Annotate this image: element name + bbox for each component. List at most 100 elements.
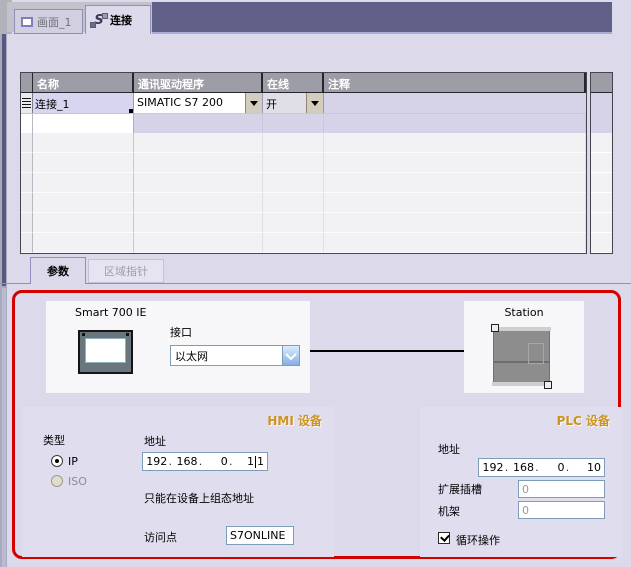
connection-line [310, 350, 464, 352]
plc-device-icon [493, 330, 550, 383]
cell-fill-handle[interactable] [129, 109, 134, 113]
empty-cell[interactable] [134, 233, 263, 253]
type-label: 类型 [43, 432, 65, 448]
access-point-field[interactable]: S7ONLINE [226, 526, 294, 545]
interface-value: 以太网 [171, 348, 282, 364]
empty-table-row [21, 193, 586, 213]
empty-cell[interactable] [263, 113, 324, 133]
online-cell: 开 [263, 93, 324, 113]
empty-table-row [21, 153, 586, 173]
connection-icon: S [92, 13, 106, 28]
empty-cell[interactable] [324, 133, 586, 153]
connection-name-cell[interactable]: 连接_1 [33, 93, 134, 113]
tab-screen-1-label: 画面_1 [37, 14, 72, 30]
online-dropdown-button[interactable] [306, 93, 323, 113]
empty-cell[interactable] [263, 213, 324, 233]
plc-ip-address-field[interactable]: 192. 168. 0. 10 [478, 458, 605, 477]
empty-cell[interactable] [21, 233, 33, 253]
left-gutter-lower [2, 288, 6, 567]
driver-dropdown-button[interactable] [245, 93, 262, 113]
empty-cell[interactable] [134, 153, 263, 173]
tab-connections[interactable]: S 连接 [85, 5, 151, 34]
plc-ip-octet-1: 192 [483, 461, 504, 474]
plc-ip-octet-3: 0 [558, 461, 565, 474]
new-connection-cell[interactable] [33, 113, 134, 133]
plc-connector [491, 324, 499, 332]
rack-field[interactable]: 0 [518, 501, 605, 519]
plc-connector [544, 381, 552, 389]
empty-cell[interactable] [134, 113, 263, 133]
interface-dropdown[interactable]: 以太网 [170, 345, 300, 366]
radio-ip[interactable] [51, 455, 63, 467]
hmi-device-icon [78, 330, 133, 374]
column-header-online[interactable]: 在线 [263, 73, 324, 93]
cyclic-operation-checkbox[interactable] [438, 532, 450, 544]
tab-area-pointers-label: 区域指针 [104, 263, 148, 279]
empty-cell[interactable] [33, 193, 134, 213]
column-header-driver[interactable]: 通讯驱动程序 [134, 73, 263, 93]
tab-area-pointers[interactable]: 区域指针 [88, 259, 164, 283]
empty-cell[interactable] [33, 153, 134, 173]
empty-cell[interactable] [324, 153, 586, 173]
column-header-name[interactable]: 名称 [33, 73, 134, 93]
chevron-down-icon [285, 348, 296, 359]
empty-cell[interactable] [263, 193, 324, 213]
empty-cell[interactable] [33, 133, 134, 153]
empty-cell[interactable] [324, 213, 586, 233]
row-selector[interactable] [21, 113, 33, 133]
tab-parameters-label: 参数 [47, 263, 69, 279]
column-header-comment[interactable]: 注释 [324, 73, 586, 93]
radio-iso-label: ISO [68, 475, 87, 488]
empty-cell[interactable] [134, 173, 263, 193]
empty-cell[interactable] [33, 233, 134, 253]
monitor-dot-icon [126, 333, 129, 336]
empty-cell[interactable] [324, 193, 586, 213]
empty-cell[interactable] [263, 133, 324, 153]
empty-cell[interactable] [21, 213, 33, 233]
radio-iso[interactable] [51, 475, 63, 487]
expansion-slot-field[interactable]: 0 [518, 480, 605, 498]
empty-cell[interactable] [21, 153, 33, 173]
table-insert-row [21, 113, 586, 133]
tab-screen-1[interactable]: 画面_1 [14, 9, 83, 34]
empty-cell[interactable] [21, 173, 33, 193]
tab-connections-label: 连接 [110, 12, 132, 28]
empty-cell[interactable] [134, 133, 263, 153]
hmi-ip-address-field[interactable]: 192. 168. 0. 11 [142, 452, 268, 471]
table-header-row: 名称 通讯驱动程序 在线 注释 [21, 73, 586, 93]
table-filler-column [590, 72, 613, 254]
empty-cell[interactable] [263, 173, 324, 193]
empty-cell[interactable] [33, 173, 134, 193]
plc-rail [492, 382, 551, 386]
empty-cell[interactable] [21, 193, 33, 213]
empty-cell[interactable] [33, 213, 134, 233]
hmi-ip-octet-4: 1 [247, 455, 254, 468]
monitor-screen [85, 338, 126, 363]
empty-cell[interactable] [263, 233, 324, 253]
online-dropdown[interactable]: 开 [263, 93, 323, 113]
filler-rows-bottom [591, 133, 612, 253]
empty-cell[interactable] [134, 213, 263, 233]
radio-ip-label: IP [68, 455, 78, 468]
comment-cell[interactable] [324, 93, 586, 113]
plc-section-title: PLC 设备 [557, 412, 610, 429]
driver-dropdown[interactable]: SIMATIC S7 200 [134, 93, 262, 113]
empty-cell[interactable] [324, 233, 586, 253]
screen-icon [21, 17, 33, 27]
empty-cell[interactable] [324, 113, 586, 133]
rack-label: 机架 [438, 503, 460, 519]
empty-cell[interactable] [21, 133, 33, 153]
empty-cell[interactable] [263, 153, 324, 173]
hmi-ip-octet-4-after: 1 [257, 455, 264, 468]
monitor-dot-icon [82, 333, 85, 336]
text-caret [255, 456, 256, 468]
empty-cell[interactable] [324, 173, 586, 193]
left-gutter-divider [2, 8, 6, 286]
row-selector[interactable] [21, 93, 33, 113]
tabbar-empty-area [152, 2, 612, 34]
connections-table: 名称 通讯驱动程序 在线 注释 连接_1 SIMATIC S7 200 开 [20, 72, 587, 254]
empty-cell[interactable] [134, 193, 263, 213]
empty-table-row [21, 233, 586, 253]
tab-parameters[interactable]: 参数 [30, 257, 86, 284]
interface-dropdown-button[interactable] [282, 346, 299, 365]
